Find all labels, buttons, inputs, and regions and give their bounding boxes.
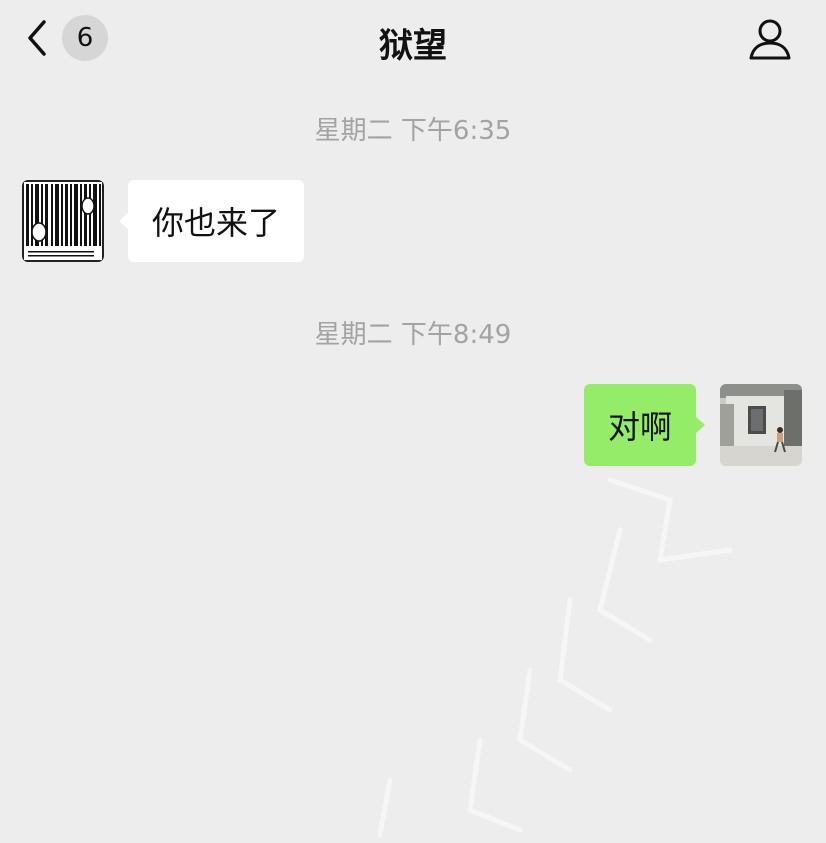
- message-text: 你也来了: [152, 204, 281, 242]
- message-text: 对啊: [607, 408, 672, 446]
- chat-header: 6 狱望: [0, 0, 826, 80]
- building-photo-icon: [720, 384, 802, 466]
- contact-avatar[interactable]: [22, 180, 104, 262]
- bubble-tail: [119, 212, 129, 230]
- my-avatar[interactable]: [720, 384, 802, 466]
- message-bubble-outgoing[interactable]: 对啊: [583, 384, 705, 466]
- message-timestamp: 星期二 下午6:35: [314, 116, 512, 146]
- background-watermark: [377, 477, 733, 838]
- message-timestamp: 星期二 下午8:49: [314, 320, 512, 350]
- barcode-prison-icon: [22, 180, 104, 262]
- chat-title: 狱望: [379, 26, 447, 66]
- person-icon: [749, 19, 791, 60]
- profile-button[interactable]: [746, 16, 794, 64]
- message-bubble-incoming[interactable]: 你也来了: [119, 180, 305, 262]
- bubble-tail: [695, 416, 705, 434]
